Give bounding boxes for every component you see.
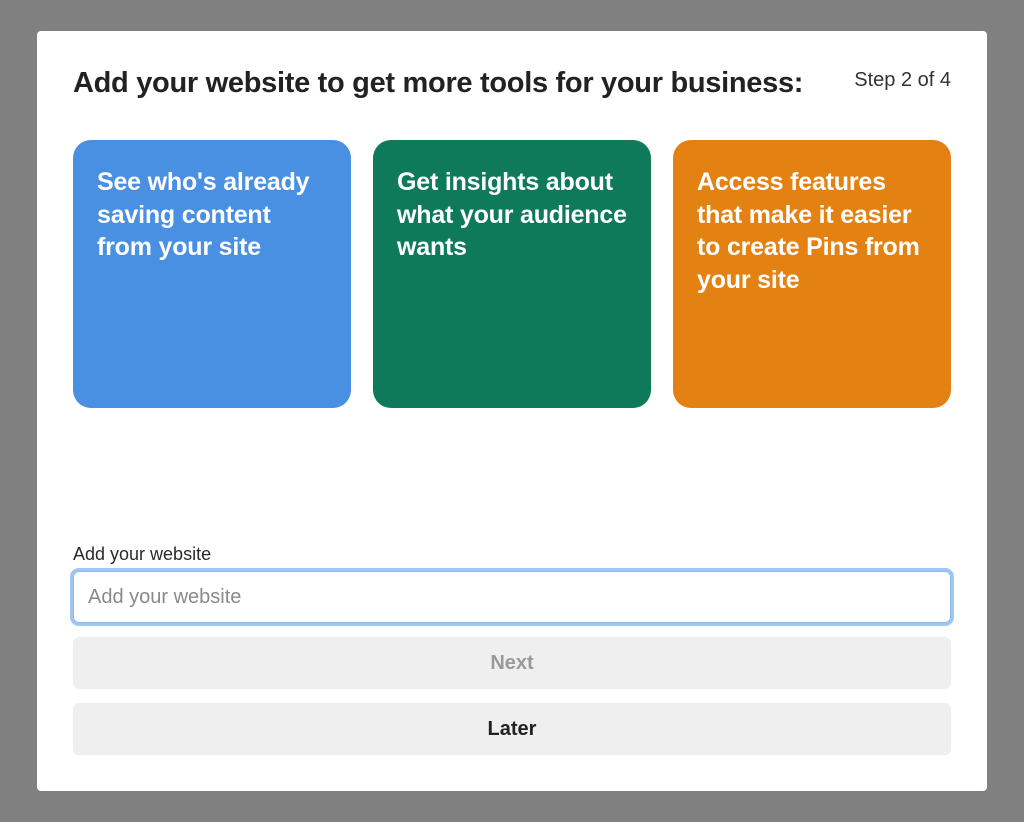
benefit-card-features: Access features that make it easier to c… bbox=[673, 140, 951, 408]
modal-header: Add your website to get more tools for y… bbox=[73, 67, 951, 100]
onboarding-modal: Add your website to get more tools for y… bbox=[37, 31, 987, 791]
benefit-cards: See who's already saving content from yo… bbox=[73, 140, 951, 408]
website-input[interactable] bbox=[73, 571, 951, 623]
later-button[interactable]: Later bbox=[73, 703, 951, 755]
step-indicator: Step 2 of 4 bbox=[854, 69, 951, 92]
website-input-label: Add your website bbox=[73, 544, 951, 565]
website-form: Add your website Next Later bbox=[73, 544, 951, 755]
benefit-card-audience: See who's already saving content from yo… bbox=[73, 140, 351, 408]
page-title: Add your website to get more tools for y… bbox=[73, 67, 803, 100]
next-button[interactable]: Next bbox=[73, 637, 951, 689]
benefit-card-insights: Get insights about what your audience wa… bbox=[373, 140, 651, 408]
